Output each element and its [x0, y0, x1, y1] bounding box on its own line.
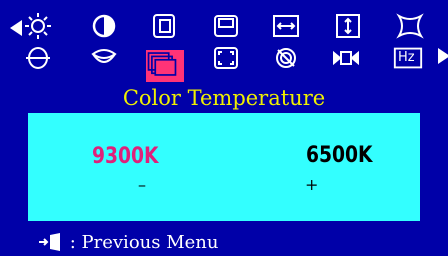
option-9300k[interactable]: 9300K [92, 144, 159, 170]
pin-balance-icon[interactable] [22, 44, 54, 72]
option-9300k-symbol: – [138, 175, 146, 194]
degauss-icon[interactable] [270, 44, 302, 72]
right-arrow-icon[interactable] [428, 42, 448, 70]
display-mode-label: Hz [398, 50, 415, 65]
left-arrow-icon[interactable] [0, 14, 22, 42]
option-6500k[interactable]: 6500K [306, 143, 373, 169]
monitor-osd-menu: Hz Color Temperature 9300K – 6500K + : P… [0, 0, 448, 253]
exit-door-icon [38, 233, 64, 251]
color-temperature-icon[interactable] [146, 50, 184, 82]
color-temperature-panel: 9300K – 6500K + [28, 113, 420, 221]
footer-hint: : Previous Menu [38, 233, 218, 253]
zoom-icon[interactable] [210, 44, 242, 72]
option-6500k-symbol: + [305, 175, 319, 194]
trapezoid-icon[interactable] [88, 44, 120, 72]
display-mode-icon[interactable]: Hz [392, 44, 426, 72]
pincushion-icon[interactable] [394, 12, 426, 40]
v-size-icon[interactable] [332, 12, 364, 40]
recall-icon[interactable] [330, 44, 362, 72]
footer-text: : Previous Menu [69, 232, 219, 253]
h-position-icon[interactable] [148, 12, 180, 40]
brightness-icon[interactable] [22, 12, 54, 40]
v-position-icon[interactable] [210, 12, 242, 40]
menu-title: Color Temperature [122, 86, 326, 110]
contrast-icon[interactable] [88, 12, 120, 40]
h-size-icon[interactable] [270, 12, 302, 40]
